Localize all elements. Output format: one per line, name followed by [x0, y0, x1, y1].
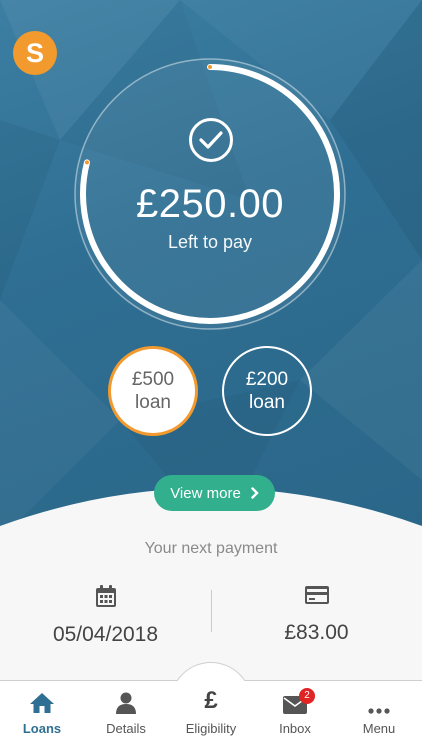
loan-200-button[interactable]: £200 loan — [222, 346, 312, 436]
amount-left: £250.00 — [135, 182, 285, 226]
loan-label: loan — [249, 392, 285, 413]
credit-card-icon — [304, 586, 329, 604]
loan-500-button[interactable]: £500 loan — [108, 346, 198, 436]
view-more-button[interactable]: View more — [154, 475, 275, 511]
pound-icon: £ — [204, 687, 218, 714]
tab-eligibility[interactable]: £ Eligibility — [169, 688, 253, 748]
chevron-right-icon — [251, 487, 259, 499]
more-icon — [368, 708, 390, 714]
home-icon — [30, 693, 54, 713]
amount-caption: Left to pay — [167, 232, 253, 252]
inbox-badge: 2 — [299, 688, 315, 704]
next-payment-title: Your next payment — [144, 540, 278, 557]
loan-amount: £500 — [131, 369, 175, 390]
loan-label: loan — [135, 392, 171, 413]
tab-inbox[interactable]: 2 Inbox — [253, 688, 337, 748]
tab-loans[interactable]: Loans — [0, 688, 84, 748]
tab-details[interactable]: Details — [84, 688, 168, 748]
calendar-icon — [95, 585, 116, 607]
progress-start-marker — [208, 65, 212, 69]
next-payment-amount: £83.00 — [211, 584, 422, 645]
hero-panel: S £250.00 Left to pay £500 loan £200 loa… — [0, 0, 422, 540]
tab-label: Eligibility — [185, 721, 237, 736]
tab-label: Details — [106, 721, 146, 736]
view-more-label: View more — [170, 484, 241, 502]
tab-label: Loans — [22, 721, 62, 736]
progress-end-marker — [84, 160, 89, 165]
balance-dial: £250.00 Left to pay — [74, 58, 346, 330]
tab-label: Inbox — [279, 721, 311, 736]
next-payment-date: 05/04/2018 — [0, 584, 211, 647]
tab-menu[interactable]: Menu — [337, 688, 421, 748]
payment-amount-value: £83.00 — [284, 621, 349, 644]
tab-label: Menu — [362, 721, 396, 736]
user-icon — [116, 692, 136, 714]
loan-amount: £200 — [245, 369, 289, 390]
check-circle-icon — [189, 118, 233, 162]
payment-date-value: 05/04/2018 — [52, 623, 159, 646]
app-logo: S — [13, 31, 57, 75]
